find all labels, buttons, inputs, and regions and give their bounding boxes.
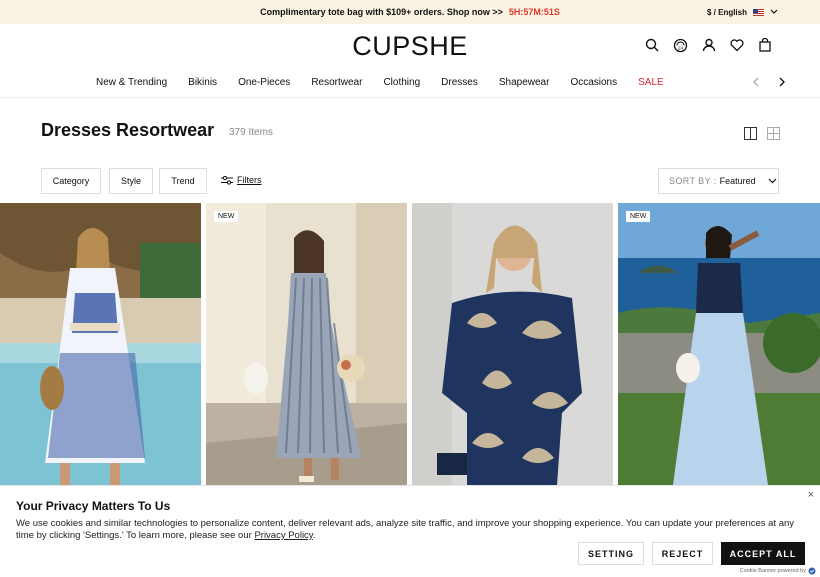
view-toggle [744, 127, 780, 140]
page-title: Dresses Resortwear [41, 120, 215, 140]
sort-dropdown[interactable]: SORT BY : Featured [658, 168, 779, 194]
locale-selector[interactable]: $ / English [707, 0, 778, 24]
filters-link[interactable]: Filters [221, 175, 262, 185]
product-grid: NEW [0, 203, 820, 485]
product-image[interactable] [0, 203, 201, 485]
us-flag-icon [753, 8, 764, 16]
product-card[interactable]: NEW [618, 203, 820, 485]
category-filter-button[interactable]: Category [41, 168, 101, 194]
new-badge: NEW [214, 211, 239, 222]
user-icon[interactable] [702, 38, 716, 52]
locale-label: $ / English [706, 7, 747, 17]
privacy-text: We use cookies and similar technologies … [16, 518, 795, 541]
nav-item-shapewear[interactable]: Shapewear [499, 77, 550, 88]
bag-icon[interactable] [758, 38, 772, 52]
sort-value: Featured [719, 176, 756, 186]
page-title-bar: Dresses Resortwear 379 Items [0, 98, 820, 168]
product-card[interactable] [412, 203, 613, 485]
site-header: CUPSHE 24 [0, 24, 820, 68]
trend-filter-button[interactable]: Trend [159, 168, 207, 194]
close-icon[interactable]: × [808, 489, 814, 501]
item-count: 379 Items [229, 127, 273, 138]
product-image[interactable] [618, 203, 820, 485]
promo-bar: Complimentary tote bag with $109+ orders… [0, 0, 820, 24]
heart-icon[interactable] [730, 38, 744, 52]
nav-prev-icon[interactable] [752, 77, 760, 87]
nav-item-bikinis[interactable]: Bikinis [188, 77, 217, 88]
four-column-view-icon[interactable] [767, 127, 780, 140]
nav-item-dresses[interactable]: Dresses [441, 77, 478, 88]
new-badge: NEW [626, 211, 651, 222]
privacy-period: . [312, 530, 316, 541]
nav-item-sale[interactable]: SALE [638, 77, 664, 88]
nav-item-new-trending[interactable]: New & Trending [96, 77, 167, 88]
reject-button[interactable]: REJECT [652, 542, 713, 565]
filters-label: Filters [237, 175, 262, 185]
privacy-policy-link[interactable]: Privacy Policy [254, 530, 312, 541]
sliders-icon [221, 175, 233, 185]
nav-next-icon[interactable] [778, 77, 786, 87]
promo-timer: 5H:57M:51S [508, 7, 560, 17]
style-filter-button[interactable]: Style [109, 168, 153, 194]
search-icon[interactable] [645, 38, 659, 52]
two-column-view-icon[interactable] [744, 127, 757, 140]
account-24-icon[interactable]: 24 [673, 38, 688, 53]
header-icons: 24 [645, 38, 772, 53]
sort-key: SORT BY : [669, 176, 717, 186]
product-card[interactable] [206, 203, 407, 485]
accept-all-button[interactable]: ACCEPT ALL [721, 542, 805, 565]
powered-by-label: Cookie Banner powered by [739, 568, 806, 574]
product-card[interactable] [0, 203, 201, 485]
nav-item-resortwear[interactable]: Resortwear [311, 77, 362, 88]
chevron-down-icon [770, 9, 778, 14]
nav-item-one-pieces[interactable]: One-Pieces [238, 77, 290, 88]
powered-by: Cookie Banner powered by [740, 567, 816, 575]
nav-item-clothing[interactable]: Clothing [383, 77, 420, 88]
nav-item-occasions[interactable]: Occasions [570, 77, 617, 88]
product-image[interactable] [412, 203, 613, 485]
privacy-title: Your Privacy Matters To Us [16, 499, 171, 513]
main-nav: New & Trending Bikinis One-Pieces Resort… [0, 68, 820, 98]
svg-text:24: 24 [678, 46, 684, 51]
chevron-down-icon [768, 178, 777, 184]
privacy-banner: × Your Privacy Matters To Us We use cook… [0, 485, 820, 577]
promo-text[interactable]: Complimentary tote bag with $109+ orders… [260, 7, 503, 17]
privacy-body: We use cookies and similar technologies … [16, 518, 806, 542]
product-image[interactable] [206, 203, 407, 485]
setting-button[interactable]: SETTING [578, 542, 644, 565]
brand-logo[interactable]: CUPSHE [352, 31, 468, 62]
shield-check-icon [808, 567, 816, 575]
